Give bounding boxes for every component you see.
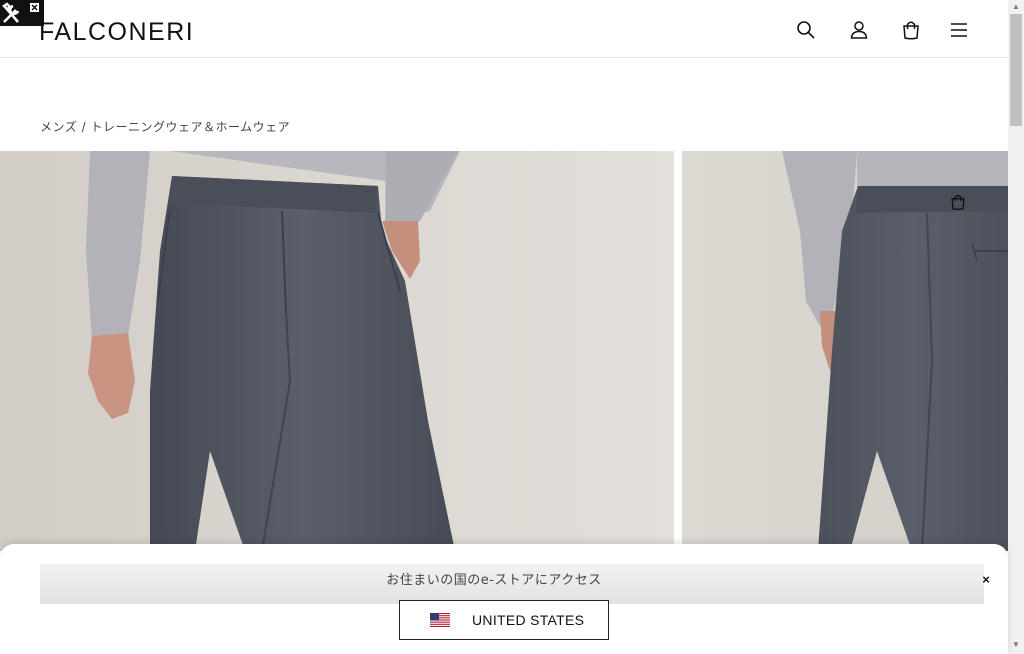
menu-icon[interactable] [947, 18, 971, 42]
country-selector-prompt: お住まいの国のe-ストアにアクセス [386, 573, 602, 588]
site-header: FALCONERI [0, 0, 1008, 58]
scroll-down-icon[interactable]: ▼ [1010, 640, 1022, 650]
breadcrumb-item-training-home-wear[interactable]: トレーニングウェア＆ホームウェア [90, 120, 290, 134]
product-front-image[interactable] [0, 151, 674, 551]
tools-overlay-icon[interactable] [0, 0, 44, 26]
falconeri-logo[interactable]: FALCONERI [39, 18, 194, 47]
country-selector-banner: お住まいの国のe-ストアにアクセス [40, 564, 984, 604]
breadcrumb-item-mens[interactable]: メンズ [40, 120, 77, 134]
country-selector-panel: お住まいの国のe-ストアにアクセス × UNITED STATES [0, 544, 1008, 654]
account-icon[interactable] [847, 18, 871, 42]
country-label: UNITED STATES [472, 612, 585, 628]
breadcrumb: メンズ / トレーニングウェア＆ホームウェア [40, 118, 290, 135]
scrollbar-thumb[interactable] [1010, 14, 1022, 126]
breadcrumb-separator: / [77, 120, 91, 134]
bag-icon[interactable] [899, 18, 923, 42]
scroll-up-icon[interactable]: ▲ [1010, 2, 1022, 12]
us-flag-icon [430, 613, 450, 627]
product-gallery [0, 151, 1008, 551]
add-to-bag-icon[interactable] [948, 192, 968, 212]
country-select-button[interactable]: UNITED STATES [399, 600, 609, 640]
search-icon[interactable] [794, 18, 818, 42]
close-icon[interactable]: × [980, 573, 992, 586]
